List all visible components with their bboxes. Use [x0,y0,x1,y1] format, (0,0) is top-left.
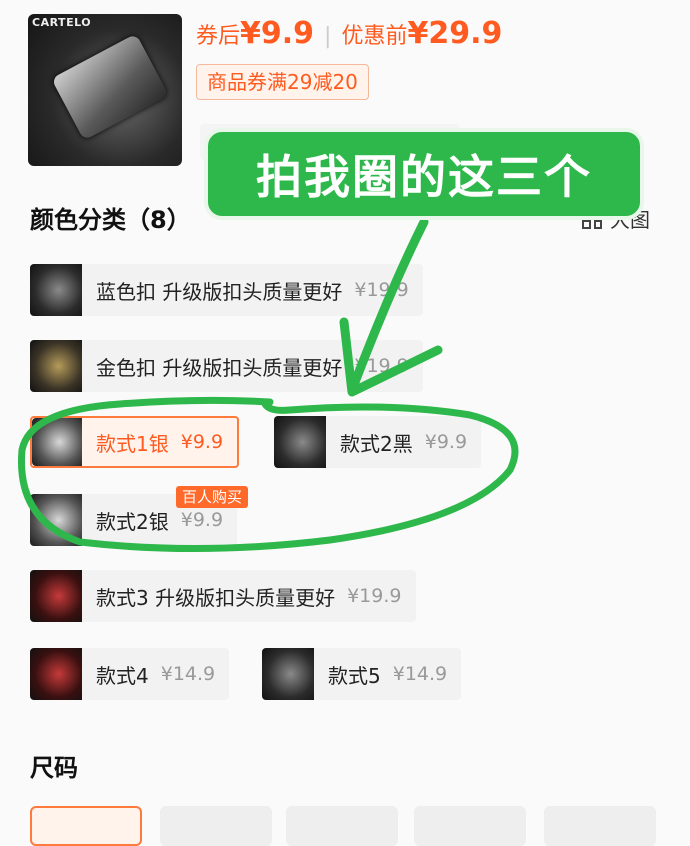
option-thumbnail [262,648,314,700]
option-name: 款式2黑 [340,431,413,456]
product-image[interactable]: CARTELO [28,14,182,166]
before-price: ¥29.9 [407,16,503,51]
option-name: 款式1银 [96,431,169,456]
color-option-style3[interactable]: 款式3 升级版扣头质量更好 ¥19.9 [30,570,416,622]
color-section-title: 颜色分类（8） [30,206,191,234]
after-coupon-label: 券后 [196,24,241,49]
size-option[interactable] [160,806,272,846]
size-option[interactable] [30,806,142,846]
after-coupon-price: ¥9.9 [240,16,315,51]
before-label: 优惠前 [341,24,408,49]
option-thumbnail [30,340,82,392]
option-name: 蓝色扣 升级版扣头质量更好 [96,279,343,304]
size-option[interactable] [286,806,398,846]
option-price: ¥9.9 [180,509,224,531]
size-option[interactable] [544,806,656,846]
option-thumbnail [30,648,82,700]
option-name: 款式5 [328,663,381,688]
size-option[interactable] [414,806,526,846]
popular-badge: 百人购买 [176,486,249,508]
color-option-blue-buckle[interactable]: 蓝色扣 升级版扣头质量更好 ¥19.9 [30,264,423,316]
option-thumbnail [30,264,82,316]
color-option-style1-silver[interactable]: 款式1银 ¥9.9 [30,416,240,468]
size-section-title: 尺码 [30,754,78,782]
option-name: 款式2银 [96,509,169,534]
option-name: 款式4 [96,663,149,688]
color-option-style4[interactable]: 款式4 ¥14.9 [30,648,230,700]
color-option-gold-buckle[interactable]: 金色扣 升级版扣头质量更好 ¥19.9 [30,340,423,392]
option-name: 金色扣 升级版扣头质量更好 [96,355,343,380]
price-divider: | [324,24,332,49]
color-option-style2-black[interactable]: 款式2黑 ¥9.9 [274,416,482,468]
option-price: ¥19.9 [347,585,402,607]
annotation-bubble: 拍我圈的这三个 [204,128,644,220]
option-price: ¥9.9 [180,431,224,453]
belt-buckle-graphic [51,33,169,141]
option-price: ¥19.9 [354,279,409,301]
option-price: ¥19.9 [354,355,409,377]
color-option-style5[interactable]: 款式5 ¥14.9 [262,648,462,700]
option-thumbnail [30,494,82,546]
option-price: ¥14.9 [392,663,448,685]
option-thumbnail [274,416,326,468]
coupon-tag[interactable]: 商品券满29减20 [196,64,369,100]
option-thumbnail [32,418,82,466]
brand-logo: CARTELO [32,16,92,29]
option-price: ¥14.9 [160,663,216,685]
option-price: ¥9.9 [424,431,468,453]
price-line: 券后 ¥9.9 | 优惠前 ¥29.9 [196,16,502,56]
option-name: 款式3 升级版扣头质量更好 [96,585,336,610]
option-thumbnail [30,570,82,622]
